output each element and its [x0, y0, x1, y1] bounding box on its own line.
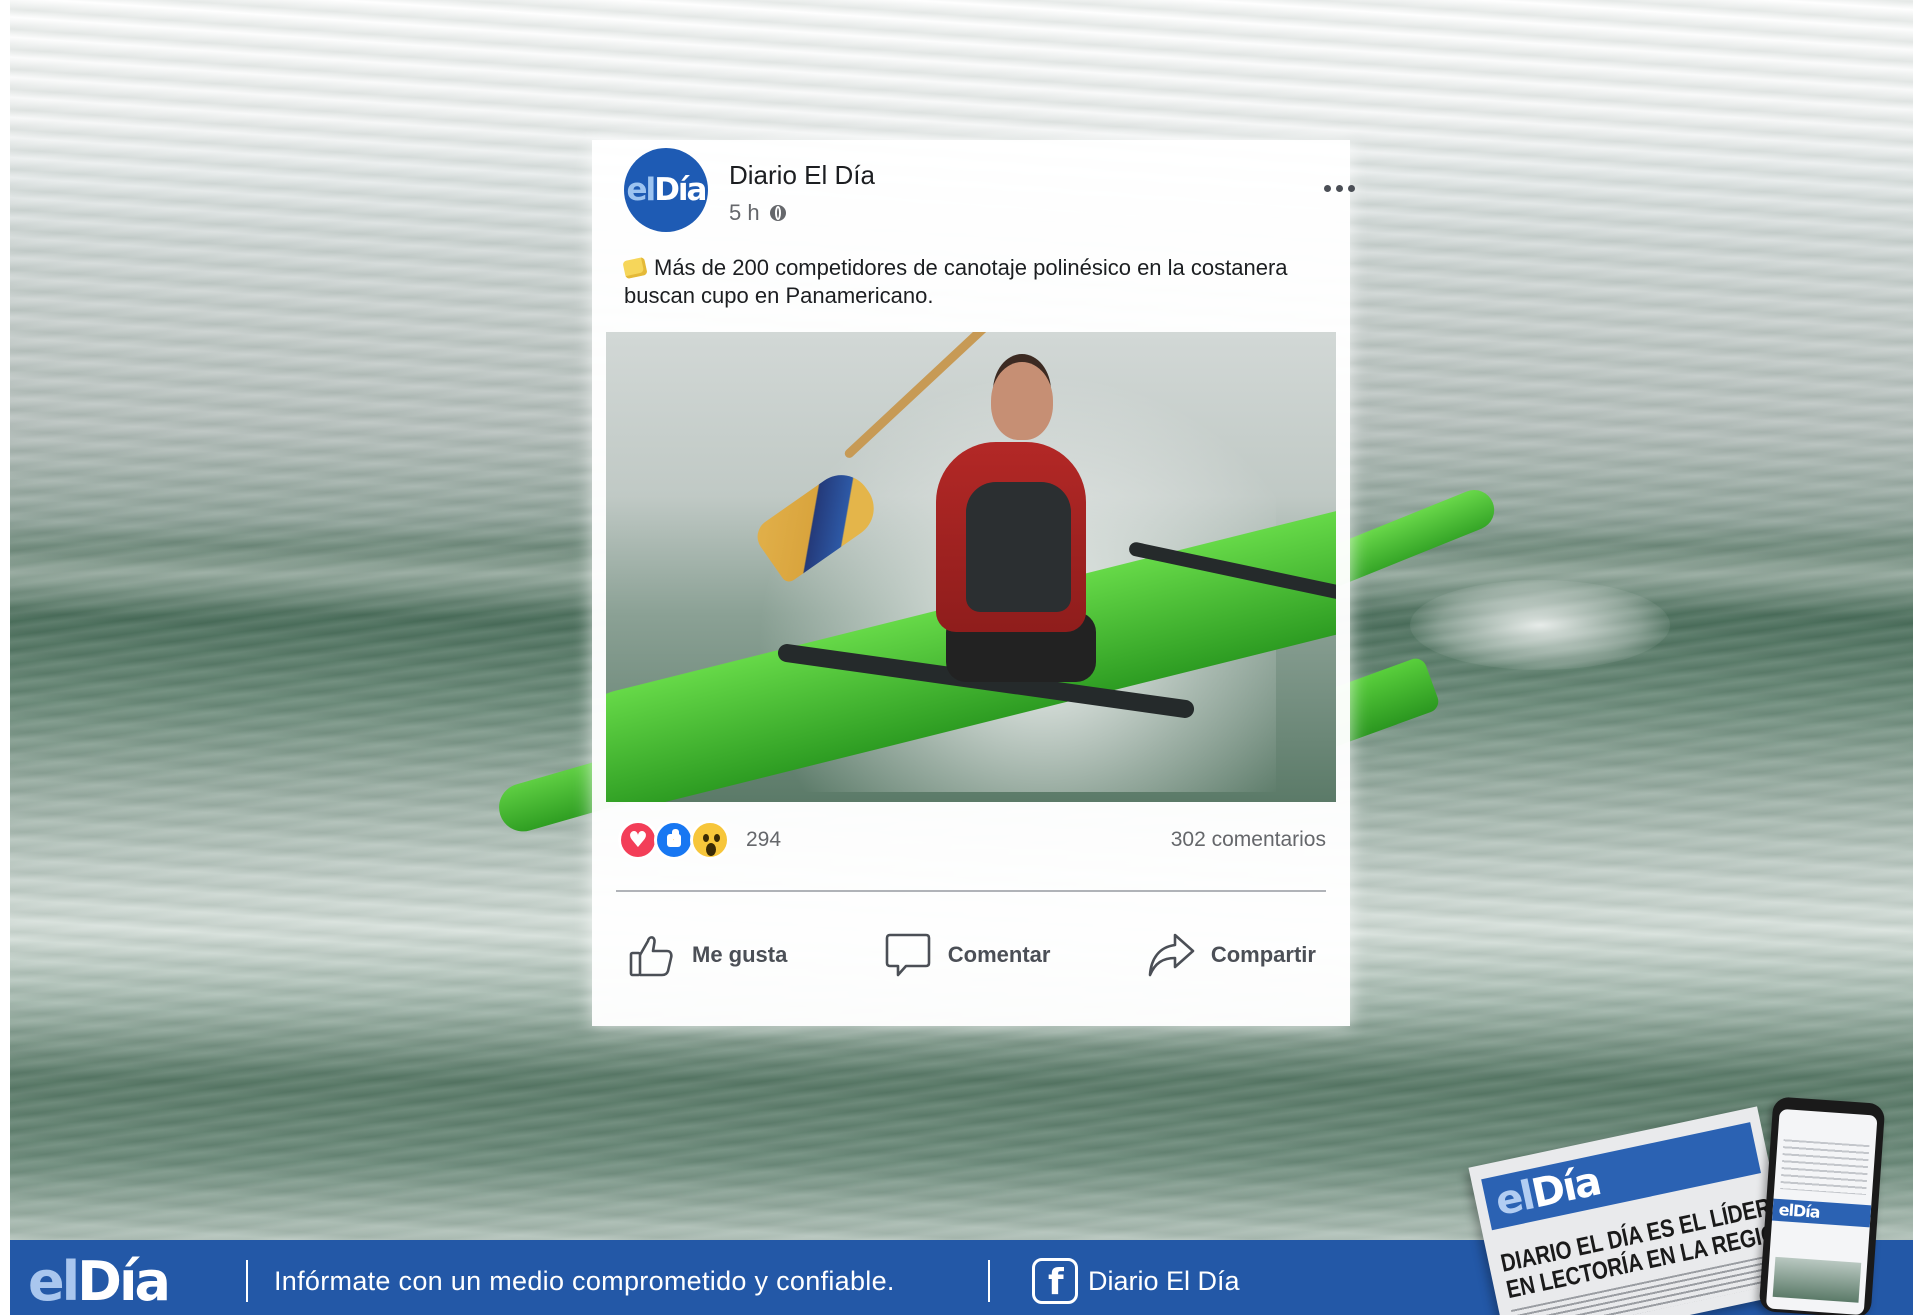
post-photo[interactable]	[606, 332, 1336, 802]
like-label: Me gusta	[692, 942, 788, 967]
reaction-count: 294	[746, 828, 782, 851]
paddler-vest	[966, 482, 1071, 612]
post-header: elDía Diario El Día 5 h	[624, 148, 1355, 238]
reactions-summary[interactable]: 294	[618, 820, 781, 860]
share-button[interactable]: Compartir	[1145, 929, 1316, 981]
divider	[246, 1260, 248, 1302]
phone-text-lines	[1780, 1139, 1870, 1196]
paddler-head	[991, 362, 1053, 440]
avatar[interactable]: elDía	[624, 148, 708, 232]
divider	[988, 1260, 990, 1302]
divider	[616, 890, 1326, 892]
page-name[interactable]: Diario El Día	[729, 160, 875, 191]
newspaper-logo: elDía	[1491, 1158, 1604, 1226]
speech-bubble-icon	[885, 933, 931, 977]
wow-reaction-icon	[690, 820, 730, 860]
thumbs-up-icon	[629, 936, 673, 977]
post-caption: Más de 200 competidores de canotaje poli…	[624, 255, 1288, 308]
phone-header-bar: elDía	[1771, 1198, 1872, 1228]
post-text: Más de 200 competidores de canotaje poli…	[622, 254, 1324, 310]
facebook-icon[interactable]: f	[1032, 1258, 1078, 1304]
post-emoji-icon	[622, 256, 648, 280]
post-meta: 5 h	[729, 200, 786, 226]
comment-button[interactable]: Comentar	[882, 929, 1051, 981]
share-arrow-icon	[1148, 933, 1195, 977]
like-button[interactable]: Me gusta	[626, 929, 787, 981]
avatar-logo: elDía	[626, 172, 708, 208]
globe-icon	[769, 205, 786, 221]
tagline: Infórmate con un medio comprometido y co…	[274, 1266, 895, 1296]
brand-logo[interactable]: elDía	[28, 1252, 171, 1312]
sea-foam	[1410, 580, 1670, 670]
share-label: Compartir	[1210, 942, 1316, 967]
like-reaction-icon	[654, 820, 694, 860]
more-options-icon[interactable]	[1324, 178, 1364, 198]
post-time[interactable]: 5 h	[729, 200, 760, 226]
phone-image	[1772, 1256, 1862, 1303]
comments-count[interactable]: 302 comentarios	[1171, 828, 1326, 852]
facebook-post-card: elDía Diario El Día 5 h Más de 200 compe…	[592, 140, 1355, 1026]
phone-promo: elDía	[1758, 1096, 1886, 1315]
post-actions: Me gusta Comentar Compartir	[616, 915, 1326, 995]
phone-logo: elDía	[1778, 1200, 1821, 1222]
comment-label: Comentar	[947, 942, 1051, 967]
phone-screen: elDía	[1765, 1108, 1878, 1315]
love-reaction-icon	[618, 820, 658, 860]
facebook-page-label[interactable]: Diario El Día	[1088, 1266, 1240, 1297]
